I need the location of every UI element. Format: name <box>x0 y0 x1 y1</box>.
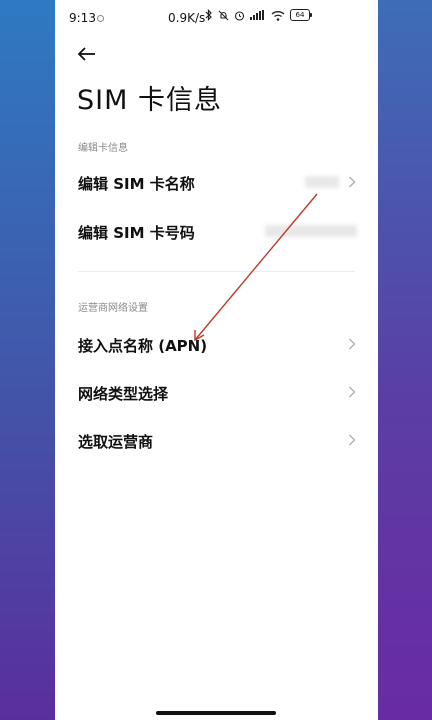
sim-name-value <box>305 176 339 188</box>
sim-number-value <box>265 225 357 237</box>
section-header-card-info: 编辑卡信息 <box>78 143 128 154</box>
row-label: 编辑 SIM 卡名称 <box>78 175 195 193</box>
row-select-carrier[interactable]: 选取运营商 <box>55 417 378 463</box>
alarm-icon <box>234 10 245 21</box>
section-header-carrier-network: 运营商网络设置 <box>78 303 148 314</box>
row-label: 接入点名称 (APN) <box>78 337 208 355</box>
row-apn[interactable]: 接入点名称 (APN) <box>55 321 378 367</box>
status-notification-icon <box>97 15 104 22</box>
row-label: 网络类型选择 <box>78 385 169 403</box>
wifi-icon <box>271 10 285 21</box>
page-title: SIM 卡信息 <box>77 85 222 116</box>
chevron-right-icon <box>349 338 356 350</box>
row-network-type[interactable]: 网络类型选择 <box>55 369 378 415</box>
signal-icon <box>250 10 264 20</box>
row-edit-sim-number[interactable]: 编辑 SIM 卡号码 <box>55 208 378 254</box>
phone-screen: 9:13 0.9K/s 64 SIM 卡信息 编辑卡信息 编辑 SIM 卡名称 … <box>55 0 378 720</box>
status-icons: 64 <box>205 9 312 21</box>
mute-icon <box>218 10 229 20</box>
chevron-right-icon <box>349 434 356 446</box>
bluetooth-icon <box>205 9 212 21</box>
background-left <box>0 0 55 720</box>
status-bar: 9:13 0.9K/s 64 <box>55 0 378 36</box>
background-right <box>378 0 432 720</box>
chevron-right-icon <box>349 176 356 188</box>
section-divider <box>78 271 355 272</box>
status-time: 9:13 <box>69 11 96 25</box>
arrow-left-icon <box>77 47 95 61</box>
row-edit-sim-name[interactable]: 编辑 SIM 卡名称 <box>55 159 378 205</box>
row-label: 选取运营商 <box>78 433 154 451</box>
home-indicator[interactable] <box>156 711 276 715</box>
row-label: 编辑 SIM 卡号码 <box>78 224 195 242</box>
back-button[interactable] <box>75 42 99 66</box>
battery-icon: 64 <box>290 9 312 21</box>
chevron-right-icon <box>349 386 356 398</box>
status-net-speed: 0.9K/s <box>168 11 206 25</box>
